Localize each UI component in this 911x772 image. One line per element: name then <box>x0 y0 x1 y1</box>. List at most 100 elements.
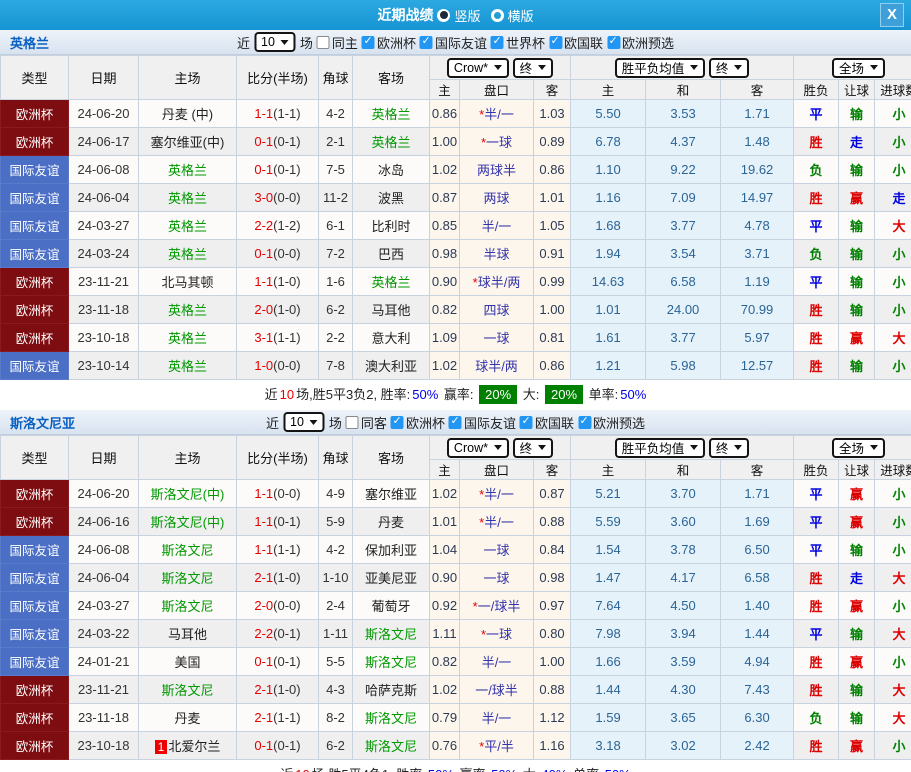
away-team-cell: 英格兰 <box>352 99 430 128</box>
handicap-cell: 半/一 <box>459 211 534 240</box>
handicap-cell: *球半/两 <box>459 267 534 296</box>
away-odds-cell: 0.86 <box>532 351 572 380</box>
away-team-cell: 澳大利亚 <box>352 351 430 380</box>
odds-final-select[interactable]: 终 <box>512 57 554 78</box>
away-odds-cell: 0.81 <box>532 323 572 352</box>
competition-checkbox-欧洲杯[interactable]: 欧洲杯 <box>361 33 416 52</box>
full-score: 1-1 <box>254 514 274 529</box>
half-score: (1-1) <box>273 330 301 345</box>
away-team-cell: 保加利亚 <box>352 535 430 564</box>
odds-final-select[interactable]: 终 <box>512 437 554 458</box>
checkbox-label: 国际友谊 <box>434 35 487 51</box>
checkbox-checked-icon <box>361 34 375 49</box>
competition-checkbox-世界杯[interactable]: 世界杯 <box>490 33 545 52</box>
checkbox-label: 国际友谊 <box>463 415 516 431</box>
away-team-name: 澳大利亚 <box>364 359 417 374</box>
mean-final-select[interactable]: 终 <box>708 437 750 458</box>
result-cell: 平 <box>793 507 840 536</box>
home-odds-cell: 1.02 <box>429 351 460 380</box>
layout-radio-group: 竖版 横版 <box>437 6 534 25</box>
score-cell: 0-1(0-1) <box>236 127 319 156</box>
result-cell: 胜 <box>793 295 840 324</box>
col-odds-home: 主 <box>429 459 460 480</box>
corners-cell: 2-4 <box>318 591 353 620</box>
handicap-result-cell: 输 <box>838 619 876 648</box>
handicap-cell: *一球 <box>459 619 534 648</box>
mean-select[interactable]: 胜平负均值 <box>614 437 706 458</box>
same-venue-checkbox[interactable]: 同主 <box>316 33 358 52</box>
chevron-down-icon <box>870 445 879 450</box>
corners-cell: 4-2 <box>318 535 353 564</box>
result-cell: 胜 <box>793 351 840 380</box>
checkbox-checked-icon <box>519 414 533 429</box>
handicap-result-cell: 走 <box>838 127 876 156</box>
home-team-name: 北爱尔兰 <box>168 739 221 754</box>
match-row: 欧洲杯 24-06-17 塞尔维亚(中) 0-1(0-1) 2-1 英格兰 1.00 *一球 0… <box>0 127 911 156</box>
score-cell: 1-1(1-1) <box>236 535 319 564</box>
score-cell: 2-2(0-1) <box>236 619 319 648</box>
mean-select[interactable]: 胜平负均值 <box>614 57 706 78</box>
layout-radio-竖版[interactable]: 竖版 <box>437 6 481 25</box>
competition-checkbox-欧洲预选[interactable]: 欧洲预选 <box>577 413 645 432</box>
handicap-value: 一/球半 <box>477 599 521 614</box>
competition-checkbox-欧洲杯[interactable]: 欧洲杯 <box>390 413 445 432</box>
chevron-down-icon <box>734 65 743 70</box>
same-venue-checkbox[interactable]: 同客 <box>345 413 387 432</box>
mean-home-cell: 1.68 <box>570 211 647 240</box>
mean-home-cell: 1.66 <box>570 647 647 676</box>
layout-radio-横版[interactable]: 横版 <box>490 6 534 25</box>
competition-checkbox-欧洲预选[interactable]: 欧洲预选 <box>607 33 674 52</box>
close-button[interactable]: X <box>880 3 904 27</box>
competition-checkbox-欧国联[interactable]: 欧国联 <box>519 413 574 432</box>
section-summary: 近10场,胜5平4负1, 胜率:50% 赢率:50% 大:40% 单率:50% <box>0 760 911 772</box>
competition-type-cell: 国际友谊 <box>0 155 69 184</box>
date-cell: 23-11-21 <box>68 267 139 296</box>
mean-draw-cell: 3.70 <box>645 479 722 508</box>
full-score: 3-0 <box>254 190 274 205</box>
competition-type-cell: 国际友谊 <box>0 183 69 212</box>
match-row: 欧洲杯 23-10-18 英格兰 3-1(1-1) 2-2 意大利 1.09 一球 0.81 1.… <box>0 323 911 352</box>
goals-result-cell: 小 <box>874 127 911 156</box>
fullmatch-select[interactable]: 全场 <box>832 57 886 78</box>
mean-away-cell: 6.50 <box>720 535 795 564</box>
fullmatch-select-group: 全场 <box>793 55 911 80</box>
score-cell: 1-1(0-0) <box>236 479 319 508</box>
competition-checkbox-欧国联[interactable]: 欧国联 <box>548 33 603 52</box>
away-team-cell: 英格兰 <box>352 267 430 296</box>
mean-final-select[interactable]: 终 <box>708 57 750 78</box>
away-odds-cell: 0.86 <box>532 155 572 184</box>
away-team-cell: 哈萨克斯 <box>352 675 430 704</box>
recent-count-select[interactable]: 10 <box>283 412 325 432</box>
competition-checkbox-国际友谊[interactable]: 国际友谊 <box>419 33 487 52</box>
half-score: (0-0) <box>273 190 301 205</box>
col-type: 类型 <box>0 55 69 100</box>
mean-draw-cell: 3.77 <box>645 211 722 240</box>
company-select[interactable]: Crow* <box>446 57 509 78</box>
recent-count-select[interactable]: 10 <box>254 32 296 52</box>
fullmatch-select-group: 全场 <box>793 435 911 460</box>
summary-segment: 50% <box>605 767 631 772</box>
mean-away-cell: 6.58 <box>720 563 795 592</box>
section-england: 英格兰 近10场同主欧洲杯国际友谊世界杯欧国联欧洲预选 类型 日期 主场 比分(… <box>0 30 911 410</box>
competition-checkbox-国际友谊[interactable]: 国际友谊 <box>448 413 516 432</box>
checkbox-label: 欧国联 <box>534 415 574 431</box>
goals-result-cell: 大 <box>874 323 911 352</box>
handicap-cell: *半/一 <box>459 507 534 536</box>
home-odds-cell: 0.92 <box>429 591 460 620</box>
recent-count-value: 10 <box>261 35 275 49</box>
fullmatch-select-value: 全场 <box>839 62 865 76</box>
half-score: (0-1) <box>273 162 301 177</box>
corners-cell: 11-2 <box>318 183 353 212</box>
match-row: 国际友谊 24-01-21 美国 0-1(0-1) 5-5 斯洛文尼 0.82 半/一 1.00… <box>0 647 911 676</box>
home-team-name: 英格兰 <box>167 247 207 262</box>
fullmatch-select[interactable]: 全场 <box>832 437 886 458</box>
score-cell: 0-1(0-0) <box>236 239 319 268</box>
result-cell: 平 <box>793 619 840 648</box>
match-row: 国际友谊 23-10-14 英格兰 1-0(0-0) 7-8 澳大利亚 1.02 球半/两 0.… <box>0 351 911 380</box>
company-select[interactable]: Crow* <box>446 437 509 458</box>
chevron-down-icon <box>734 445 743 450</box>
away-team-name: 哈萨克斯 <box>364 683 417 698</box>
mean-select-value: 胜平负均值 <box>621 442 685 456</box>
mean-away-cell: 4.78 <box>720 211 795 240</box>
chevron-down-icon <box>280 39 289 45</box>
